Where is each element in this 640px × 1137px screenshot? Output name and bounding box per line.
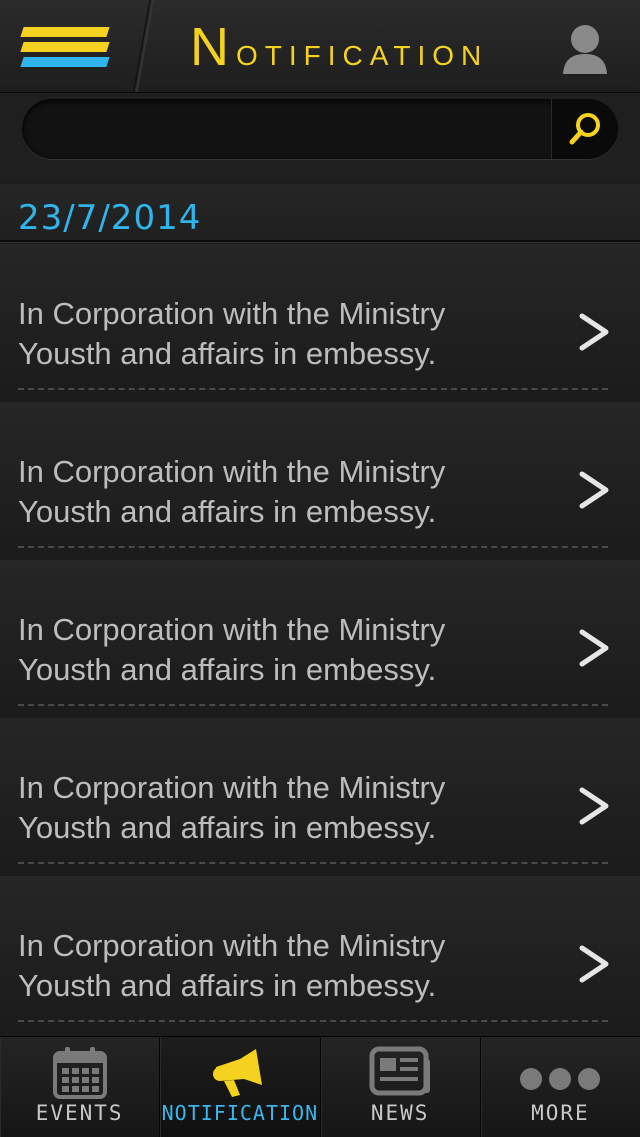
notification-text: In Corporation with the Ministry Yousth …: [18, 294, 558, 374]
tab-notification[interactable]: NOTIFICATION: [160, 1037, 321, 1137]
notification-text: In Corporation with the Ministry Yousth …: [18, 452, 558, 532]
notification-item[interactable]: In Corporation with the Ministry Yousth …: [0, 876, 640, 1034]
notification-line-2: Yousth and affairs in embessy.: [18, 968, 437, 1003]
notification-list: In Corporation with the Ministry Yousth …: [0, 244, 640, 1034]
notification-line-2: Yousth and affairs in embessy.: [18, 336, 437, 371]
notification-line-2: Yousth and affairs in embessy.: [18, 810, 437, 845]
calendar-icon: [52, 1047, 107, 1099]
item-divider: [18, 546, 608, 548]
date-section-header: 23/7/2014: [0, 184, 640, 242]
page-title-rest: OTIFICATION: [236, 40, 489, 71]
search-box: [22, 99, 618, 159]
bottom-tab-bar: EVENTS NOTIFICATION NEWS MORE: [0, 1036, 640, 1137]
chevron-right-icon: [579, 471, 609, 509]
notification-line-1: In Corporation with the Ministry: [18, 928, 446, 963]
user-profile-icon: [563, 25, 607, 74]
notification-text: In Corporation with the Ministry Yousth …: [18, 926, 558, 1006]
tab-more[interactable]: MORE: [480, 1037, 640, 1137]
item-divider: [18, 704, 608, 706]
tab-events[interactable]: EVENTS: [0, 1037, 161, 1137]
tab-news-label: NEWS: [370, 1101, 430, 1125]
chevron-right-icon: [579, 787, 609, 825]
tab-news[interactable]: NEWS: [320, 1037, 481, 1137]
notification-line-1: In Corporation with the Ministry: [18, 770, 446, 805]
tab-more-label: MORE: [531, 1101, 590, 1125]
notification-text: In Corporation with the Ministry Yousth …: [18, 610, 558, 690]
page-title: N OTIFICATION: [190, 18, 488, 78]
tab-events-label: EVENTS: [35, 1101, 124, 1125]
search-button[interactable]: [551, 99, 618, 159]
chevron-right-icon: [579, 945, 609, 983]
date-label: 23/7/2014: [18, 198, 202, 238]
notification-item[interactable]: In Corporation with the Ministry Yousth …: [0, 560, 640, 718]
notification-line-1: In Corporation with the Ministry: [18, 612, 446, 647]
chevron-right-icon: [579, 313, 609, 351]
header-divider: [132, 0, 156, 92]
item-divider: [18, 862, 608, 864]
newspaper-icon: [369, 1046, 431, 1096]
page-title-initial: N: [190, 17, 230, 77]
more-dots-icon: [520, 1068, 601, 1090]
notification-text: In Corporation with the Ministry Yousth …: [18, 768, 558, 848]
header-bar: N OTIFICATION: [0, 0, 640, 93]
notification-line-1: In Corporation with the Ministry: [18, 296, 446, 331]
search-icon: [569, 113, 600, 145]
search-bar: [0, 93, 640, 183]
search-input[interactable]: [42, 99, 546, 159]
notification-item[interactable]: In Corporation with the Ministry Yousth …: [0, 718, 640, 876]
profile-button[interactable]: [560, 22, 610, 76]
chevron-right-icon: [579, 629, 609, 667]
tab-notification-label: NOTIFICATION: [161, 1101, 319, 1125]
notification-item[interactable]: In Corporation with the Ministry Yousth …: [0, 244, 640, 402]
item-divider: [18, 388, 608, 390]
notification-line-1: In Corporation with the Ministry: [18, 454, 446, 489]
menu-button[interactable]: [0, 0, 132, 92]
item-divider: [18, 1020, 608, 1022]
notification-item[interactable]: In Corporation with the Ministry Yousth …: [0, 402, 640, 560]
notification-line-2: Yousth and affairs in embessy.: [18, 652, 437, 687]
megaphone-icon: [212, 1049, 262, 1097]
notification-line-2: Yousth and affairs in embessy.: [18, 494, 437, 529]
